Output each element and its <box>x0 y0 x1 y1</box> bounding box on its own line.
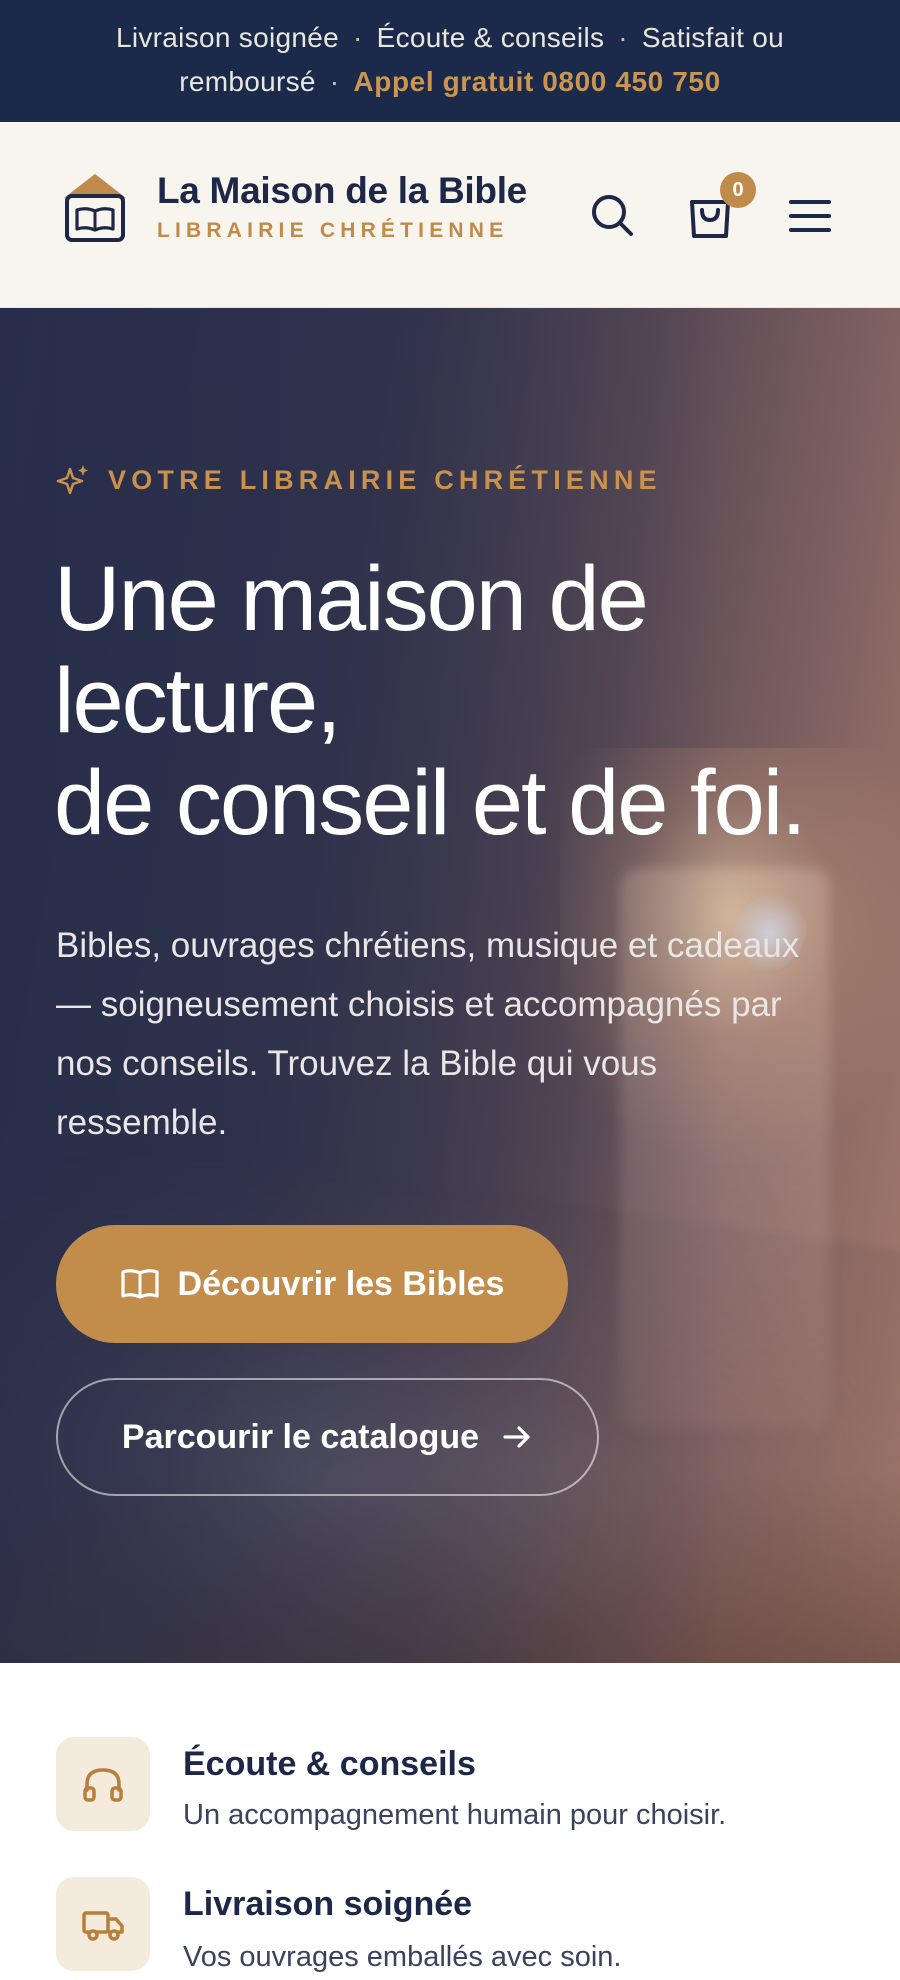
hero-description: Bibles, ouvrages chrétiens, musique et c… <box>56 926 800 1142</box>
search-icon <box>592 195 633 236</box>
browse-catalog-label: Parcourir le catalogue <box>121 1417 480 1456</box>
search-button[interactable] <box>582 186 642 246</box>
hero-title: Une maison de lecture, de conseil et de … <box>54 548 874 854</box>
announcement-advice: Écoute & conseils <box>376 22 605 53</box>
hero-title-line-3: de conseil et de foi. <box>54 752 807 854</box>
feature-icon-box <box>56 1877 150 1971</box>
announcement-bar: Livraison soignée · Écoute & conseils · Sati… <box>0 0 900 122</box>
announcement-delivery: Livraison soignée <box>115 22 339 53</box>
feature-title: Écoute & conseils <box>183 1745 476 1783</box>
feature-icon-box <box>56 1737 150 1831</box>
sparkles-icon <box>56 465 88 495</box>
announcement-line-1: Livraison soignée · Écoute & conseils · Sati… <box>0 16 900 60</box>
hero-eyebrow-text: VOTRE LIBRAIRIE CHRÉTIENNE <box>108 464 662 495</box>
hero-title-line-2: lecture, <box>54 650 342 752</box>
discover-bibles-button[interactable]: Découvrir les Bibles <box>56 1225 568 1343</box>
open-book-icon <box>120 1269 159 1299</box>
hero-eyebrow: VOTRE LIBRAIRIE CHRÉTIENNE <box>56 463 662 497</box>
feature-item: Livraison soignée Vos ouvrages emballés … <box>0 1877 900 1980</box>
feature-description: Vos ouvrages emballés avec soin. <box>183 1941 622 1973</box>
house-book-logo-icon[interactable] <box>62 172 128 246</box>
site-header: La Maison de la Bible LIBRAIRIE CHRÉTIEN… <box>0 122 900 308</box>
announcement-satisfaction: Satisfait ou <box>641 22 785 53</box>
truck-icon <box>82 1911 124 1941</box>
separator: · <box>329 66 340 97</box>
free-call-link[interactable]: Appel gratuit 0800 450 750 <box>353 66 720 97</box>
feature-item: Écoute & conseils Un accompagnement huma… <box>0 1737 900 1857</box>
hero-section: VOTRE LIBRAIRIE CHRÉTIENNE Une maison de… <box>0 308 900 1663</box>
feature-description: Un accompagnement humain pour choisir. <box>183 1799 727 1831</box>
cart-count-badge: 0 <box>720 172 756 208</box>
announcement-satisfaction-cont: remboursé <box>179 66 316 97</box>
feature-title: Livraison soignée <box>183 1885 473 1923</box>
discover-bibles-label: Découvrir les Bibles <box>177 1264 505 1303</box>
brand-tagline: LIBRAIRIE CHRÉTIENNE <box>157 219 509 242</box>
menu-button[interactable] <box>780 186 840 246</box>
separator: · <box>352 22 363 53</box>
hero-title-line-1: Une maison de <box>54 548 649 650</box>
arrow-right-icon <box>503 1426 530 1448</box>
features-section: Écoute & conseils Un accompagnement huma… <box>0 1663 900 1980</box>
announcement-line-2: remboursé · Appel gratuit 0800 450 750 <box>0 60 900 104</box>
browse-catalog-button[interactable]: Parcourir le catalogue <box>56 1378 599 1496</box>
brand-name[interactable]: La Maison de la Bible <box>157 170 527 212</box>
headphones-icon <box>83 1768 123 1802</box>
menu-icon <box>789 200 831 232</box>
separator: · <box>618 22 628 53</box>
